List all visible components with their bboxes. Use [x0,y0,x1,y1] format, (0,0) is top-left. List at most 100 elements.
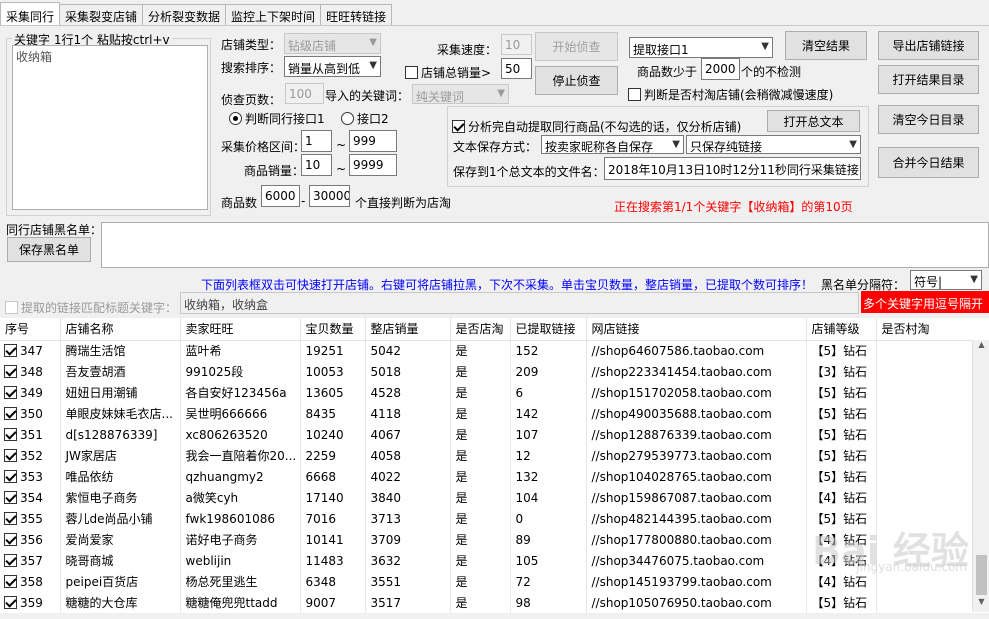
shop-type-value: 钻级店铺 [288,39,337,53]
total-sales-checkbox[interactable] [405,66,418,79]
price-max-input[interactable]: 999 [349,130,397,152]
goods-count-max-input[interactable]: 30000 [309,185,350,207]
start-button[interactable]: 开始侦查 [535,32,618,61]
table-row[interactable]: 359 糖糖的大仓库 糖糖俺兜兜ttadd 9007 3517 是 98//shop1050… [0,592,989,613]
open-results-dir-button[interactable]: 打开结果目录 [878,65,979,94]
interface1-radio-row[interactable]: 判断同行接口1 [229,110,325,127]
separator-select[interactable]: 符号| ▼ [910,270,982,290]
interface2-radio-row[interactable]: 接口2 [341,110,389,127]
open-total-text-button[interactable]: 打开总文本 [767,110,860,132]
row-checkbox[interactable] [4,385,17,399]
stop-button[interactable]: 停止侦查 [535,66,618,95]
save-link-select[interactable]: 只保存纯链接 ▼ [686,135,861,154]
tab-monitor-listing-time[interactable]: 监控上下架时间 [225,4,322,26]
scrollbar-thumb[interactable] [976,555,987,595]
column-header[interactable]: 是否村淘 [876,318,989,341]
tab-analyze-fission-data[interactable]: 分析裂变数据 [142,4,227,26]
cuntao-checkbox-row[interactable]: 判断是否村淘店铺(会稍微减慢速度) [628,86,833,103]
row-checkbox[interactable] [4,532,17,546]
pages-input[interactable]: 100 [285,83,324,104]
table-cell: //shop64607586.taobao.com [586,340,807,361]
column-header[interactable]: 整店销量 [365,318,451,341]
interface2-radio[interactable] [341,112,354,125]
table-row[interactable]: 350 单眼皮妹妹毛衣店... 吴世明666666 8435 4118 是 142//sho… [0,403,989,424]
save-mode-select[interactable]: 按卖家昵称各自保存 ▼ [541,135,684,154]
table-cell: 5042 [365,340,451,361]
row-checkbox[interactable] [4,469,17,483]
row-checkbox[interactable] [4,490,17,504]
table-row[interactable]: 352 JW家居店 我会一直陪着你20... 2259 4058 是 12//shop279… [0,445,989,466]
table-row[interactable]: 353 唯品依纺 qzhuangmy2 6668 4022 是 132//shop10402… [0,466,989,487]
auto-extract-checkbox[interactable] [452,120,465,133]
min-goods-input[interactable]: 2000 [701,58,740,80]
column-header[interactable]: 宝贝数量 [300,318,366,341]
title-filter-checkbox-row[interactable]: 提取的链接匹配标题关键字： [5,299,177,316]
blacklist-textarea[interactable] [101,222,989,268]
title-filter-checkbox[interactable] [5,301,18,314]
total-sales-checkbox-row[interactable]: 店铺总销量> [405,64,491,81]
total-sales-input[interactable]: 50 [501,58,532,79]
total-file-input[interactable]: 2018年10月13日10时12分11秒同行采集链接 [604,157,861,180]
row-checkbox[interactable] [4,553,17,567]
shop-type-select[interactable]: 钻级店铺 ▼ [284,33,381,54]
table-row[interactable]: 355 蓉儿de尚品小铺 fwk198601086 7016 3713 是 0//shop4… [0,508,989,529]
row-checkbox[interactable] [4,343,17,357]
table-row[interactable]: 349 妞妞日用潮铺 各自安好123456a 13605 4528 是 6//shop151… [0,382,989,403]
merge-today-results-button[interactable]: 合并今日结果 [878,147,979,178]
goods-count-min-input[interactable]: 6000 [261,185,300,207]
row-checkbox[interactable] [4,574,17,588]
cuntao-checkbox[interactable] [628,88,641,101]
keyword-textarea[interactable]: 收纳箱 [12,45,208,210]
sort-select[interactable]: 销量从高到低 ▼ [284,56,381,77]
row-checkbox[interactable] [4,364,17,378]
row-checkbox[interactable] [4,448,17,462]
table-row[interactable]: 358 peipei百货店 杨总死里逃生 6348 3551 是 72//shop14519… [0,571,989,592]
table-scrollbar[interactable]: ▲ ▼ [972,340,989,612]
scroll-up-icon[interactable]: ▲ [973,340,989,355]
table-row[interactable]: 348 吾友壹胡酒 991025段 10053 5018 是 209//shop223341… [0,361,989,382]
table-row[interactable]: 356 爱尚爱家 诺好电子商务 10141 3709 是 89//shop177800880… [0,529,989,550]
table-cell: 209 [510,361,587,382]
column-header[interactable]: 是否店淘 [450,318,511,341]
table-row[interactable]: 351 d[s128876339] xc806263520 10240 4067 是 107… [0,424,989,445]
row-checkbox[interactable] [4,511,17,525]
table-row[interactable]: 354 紫恒电子商务 a微笑cyh 17140 3840 是 104//shop159867… [0,487,989,508]
table-cell: 17140 [300,487,366,508]
table-cell: 【5】钻石 [806,592,877,613]
table-row[interactable]: 357 晓哥商城 weblijin 11483 3632 是 105//shop344760… [0,550,989,571]
sales-max-input[interactable]: 9999 [349,154,397,176]
row-checkbox[interactable] [4,427,17,441]
column-header[interactable]: 店铺等级 [806,318,877,341]
row-checkbox[interactable] [4,406,17,420]
table-row[interactable]: 347 腾瑞生活馆 蓝叶希 19251 5042 是 152//shop64607586.t… [0,340,989,361]
auto-extract-checkbox-row[interactable]: 分析完自动提取同行商品(不勾选的话，仅分析店铺) [452,118,741,135]
column-header[interactable]: 已提取链接 [510,318,587,341]
column-header[interactable]: 店铺名称 [60,318,181,341]
save-blacklist-button[interactable]: 保存黑名单 [7,237,91,262]
total-file-label: 保存到1个总文本的文件名： [453,165,605,179]
export-shop-links-button[interactable]: 导出店铺链接 [878,31,979,60]
goods-count-label: 商品数 [221,196,258,210]
table-cell: 132 [510,466,587,487]
clear-results-button[interactable]: 清空结果 [785,31,867,60]
clear-today-dir-button[interactable]: 清空今日目录 [878,105,979,134]
column-header[interactable]: 网店链接 [586,318,807,341]
sales-min-input[interactable]: 10 [301,154,332,176]
price-min-input[interactable]: 1 [301,130,332,152]
speed-input[interactable]: 10 [501,34,532,55]
table-cell: 是 [450,340,511,361]
tab-collect-peers[interactable]: 采集同行 [0,2,61,26]
scroll-down-icon[interactable]: ▼ [973,597,989,612]
table-cell: 991025段 [180,361,301,382]
table-cell: 4067 [365,424,451,445]
imported-keyword-select[interactable]: 纯关键词 ▼ [412,84,509,104]
tab-collect-fission-shops[interactable]: 采集裂变店铺 [59,4,144,26]
extract-interface-select[interactable]: 提取接口1 ▼ [629,37,773,58]
row-checkbox[interactable] [4,595,17,609]
column-header[interactable]: 序号 [0,318,61,341]
tab-wangwang-to-link[interactable]: 旺旺转链接 [320,4,393,26]
interface1-radio[interactable] [229,112,242,125]
table-cell: 我会一直陪着你20... [180,445,301,466]
title-filter-input[interactable]: 收纳箱，收纳盒 [180,292,859,314]
column-header[interactable]: 卖家旺旺 [180,318,301,341]
